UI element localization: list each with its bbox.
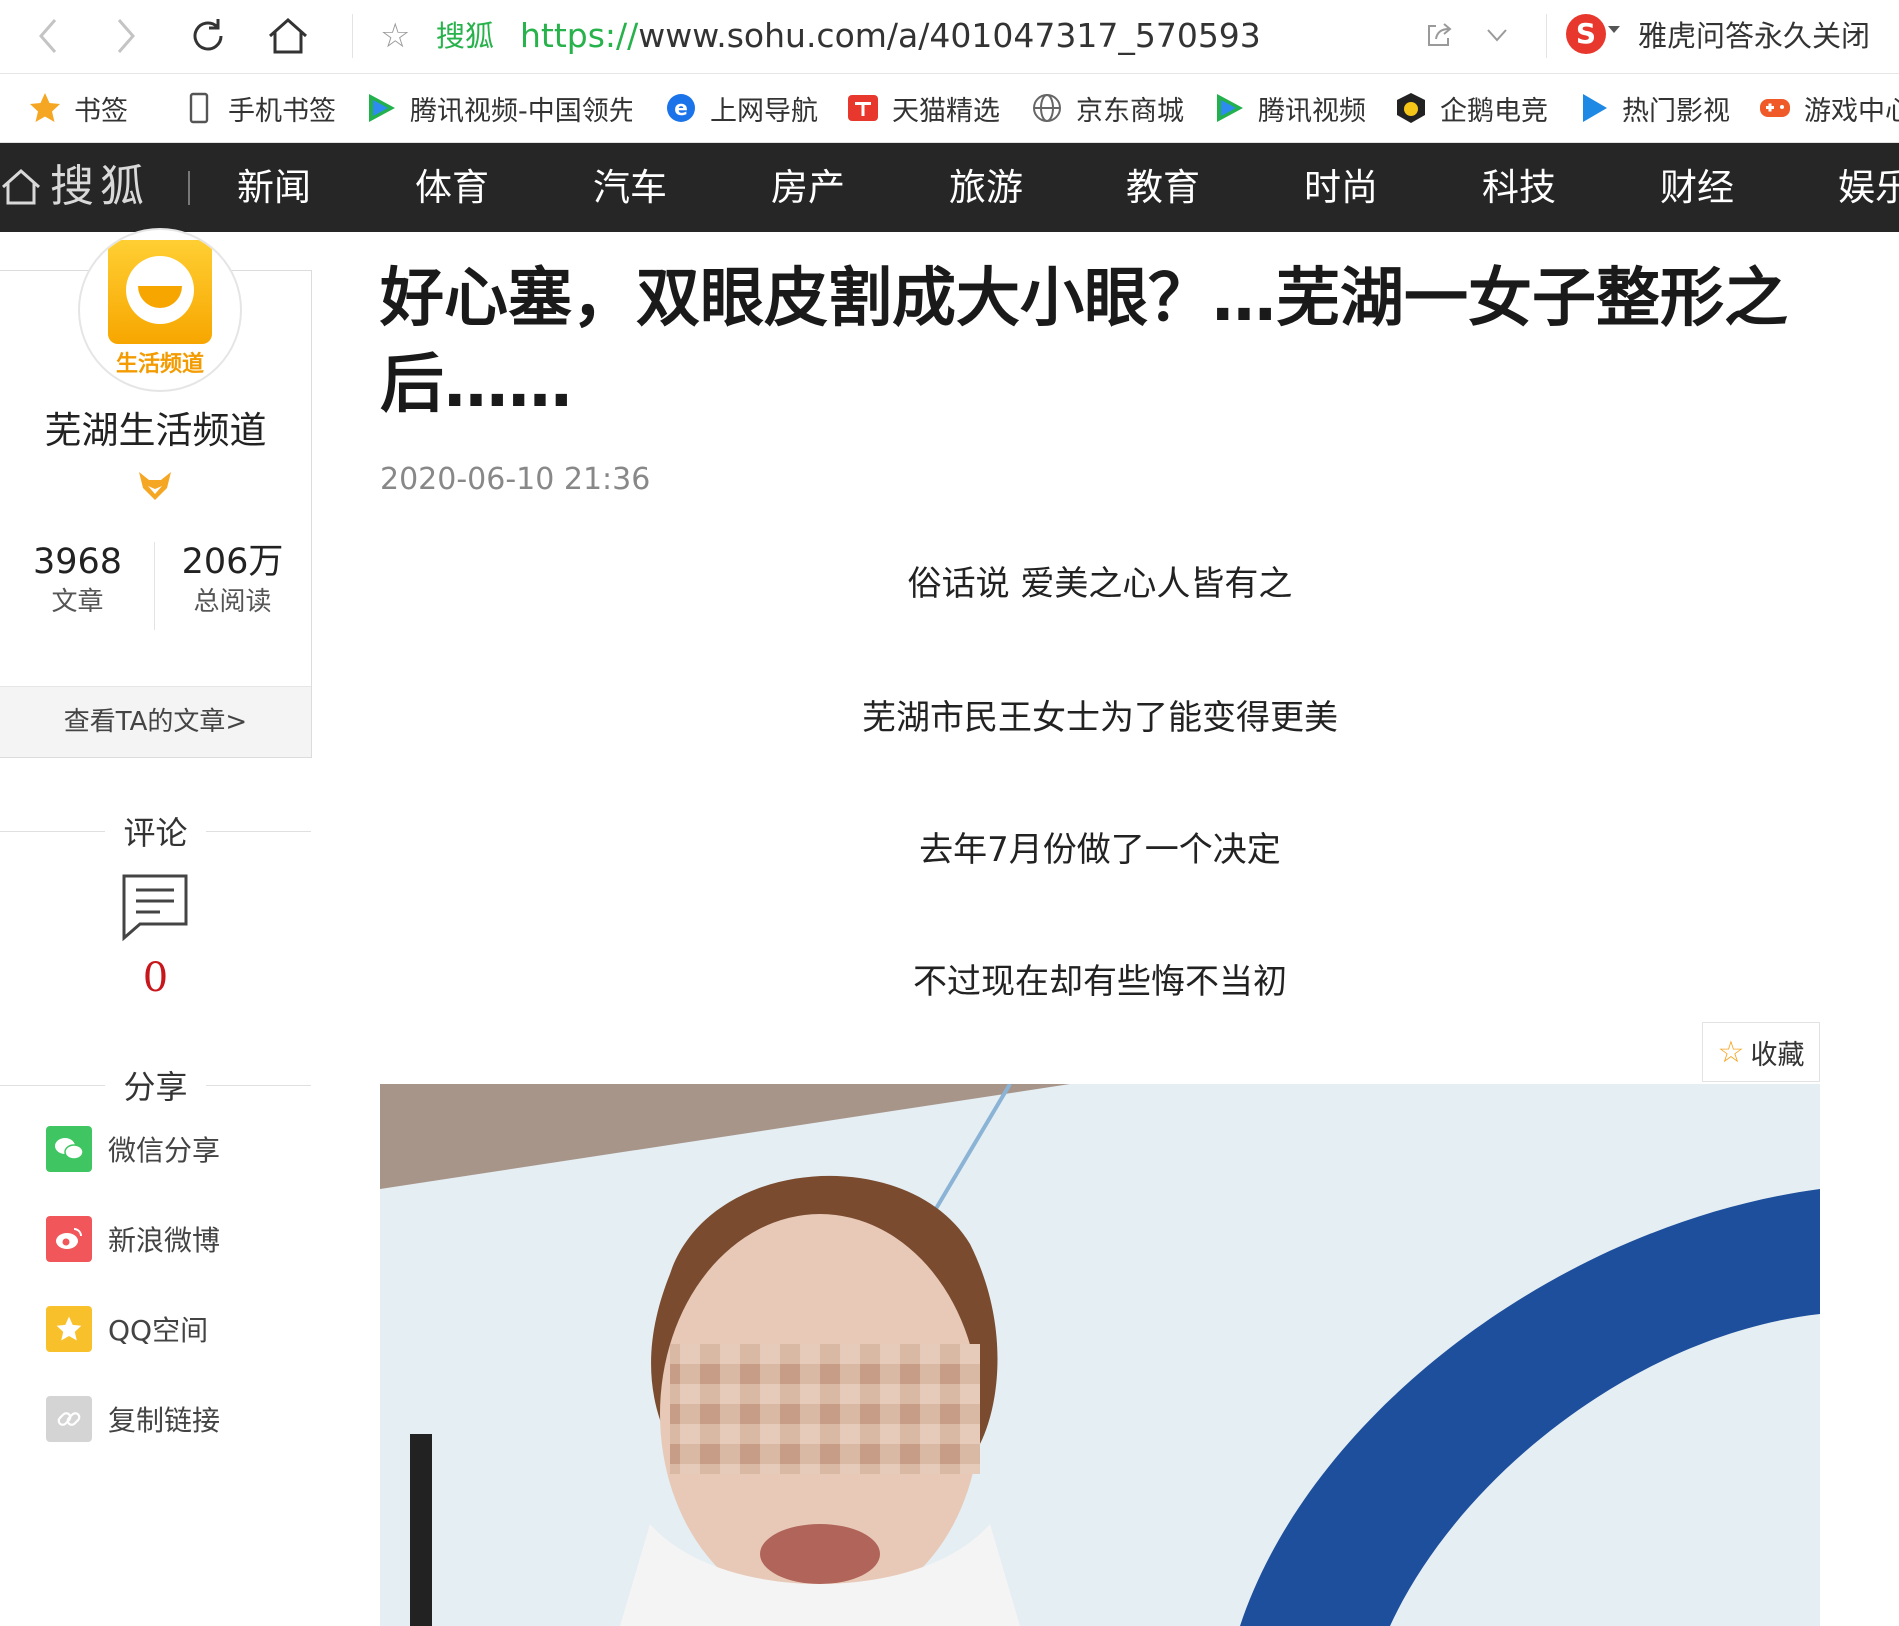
nav-divider (188, 171, 190, 205)
toolbar-separator (1546, 14, 1547, 58)
nav-link[interactable]: 汽车 (593, 143, 667, 232)
favorite-label: 收藏 (1750, 1039, 1805, 1071)
share-copy-link[interactable]: 复制链接 (46, 1396, 220, 1442)
bookmark-item[interactable]: 腾讯视频-中国领先 (364, 74, 632, 142)
reload-button[interactable] (186, 14, 230, 58)
gamepad-icon (1758, 91, 1792, 125)
home-icon[interactable] (0, 165, 42, 207)
caret-down-icon[interactable] (1608, 26, 1620, 33)
share-wechat[interactable]: 微信分享 (46, 1126, 220, 1172)
tencent-video-icon (364, 91, 398, 125)
article-date: 2020-06-10 21:36 (380, 462, 651, 497)
bookmark-item[interactable]: 书签 (28, 74, 128, 142)
url-path: www.sohu.com/a/401047317_570593 (638, 16, 1261, 55)
link-icon (46, 1396, 92, 1442)
home-icon (269, 17, 307, 54)
nav-link[interactable]: 体育 (415, 143, 489, 232)
photo-illustration (380, 1084, 1820, 1626)
sohu-logo[interactable]: 搜狐 (50, 161, 150, 213)
nav-link[interactable]: 旅游 (949, 143, 1023, 232)
bookmark-item[interactable]: 游戏中心 (1758, 74, 1899, 142)
reload-icon (193, 19, 223, 51)
qzone-icon (46, 1306, 92, 1352)
bookmark-item[interactable]: 手机书签 (182, 74, 336, 142)
avatar-logo (108, 240, 212, 344)
share-heading: 分享 (0, 1062, 311, 1108)
svg-text:e: e (674, 96, 688, 120)
back-button[interactable] (26, 14, 70, 58)
nav-link[interactable]: 房产 (771, 143, 845, 232)
bookmark-item[interactable]: e 上网导航 (664, 74, 818, 142)
bookmarks-bar: 书签 手机书签 腾讯视频-中国领先 e 上网导航 天猫精选 京东商城 腾讯视频 … (0, 74, 1899, 143)
chevron-down-icon[interactable] (1484, 22, 1510, 48)
articles-label: 文章 (51, 587, 104, 617)
chevron-right-icon (117, 19, 135, 53)
article-paragraph: 俗话说 爱美之心人皆有之 (907, 564, 1293, 604)
nav-link[interactable]: 教育 (1126, 143, 1200, 232)
share-icon[interactable] (1424, 20, 1454, 50)
site-tag: 搜狐 (436, 19, 495, 53)
sogou-search-icon[interactable]: S (1566, 14, 1606, 54)
articles-count: 3968 (32, 542, 123, 582)
phone-icon (182, 91, 216, 125)
comments-heading: 评论 (0, 808, 311, 854)
search-hint[interactable]: 雅虎问答永久关闭 (1638, 16, 1870, 56)
articles-stat: 3968 文章 (0, 540, 155, 620)
url-input[interactable]: https://www.sohu.com/a/401047317_570593 (520, 16, 1261, 56)
nav-link[interactable]: 娱乐 (1838, 143, 1899, 232)
article-paragraph: 芜湖市民王女士为了能变得更美 (862, 698, 1338, 738)
article-paragraph: 去年7月份做了一个决定 (919, 830, 1281, 870)
bookmark-item[interactable]: 企鹅电竞 (1394, 74, 1548, 142)
star-icon (28, 91, 62, 125)
nav-link[interactable]: 新闻 (237, 143, 311, 232)
url-protocol: https:// (520, 16, 639, 55)
tmall-icon (846, 91, 880, 125)
share-weibo[interactable]: 新浪微博 (46, 1216, 220, 1262)
comment-count[interactable]: 0 (0, 955, 311, 1001)
view-articles-link[interactable]: 查看TA的文章> (0, 686, 311, 757)
avatar-text: 生活频道 (115, 352, 204, 377)
penguin-esports-icon (1394, 91, 1428, 125)
author-name[interactable]: 芜湖生活频道 (0, 400, 311, 454)
home-button[interactable] (266, 14, 310, 58)
wechat-icon (46, 1126, 92, 1172)
forward-button[interactable] (104, 14, 148, 58)
nav-link[interactable]: 时尚 (1304, 143, 1378, 232)
reads-count: 206万 (181, 542, 284, 582)
address-bar: ☆ 搜狐 https://www.sohu.com/a/401047317_57… (0, 0, 1899, 74)
weibo-icon (46, 1216, 92, 1262)
toolbar-separator (352, 14, 353, 58)
article-paragraph: 不过现在却有些悔不当初 (913, 962, 1287, 1002)
ie-icon: e (664, 91, 698, 125)
play-icon (1576, 91, 1610, 125)
article-title: 好心塞，双眼皮割成大小眼？…芜湖一女子整形之后…… (380, 262, 1788, 422)
tencent-video-icon (1212, 91, 1246, 125)
comment-icon[interactable] (120, 872, 190, 942)
bookmark-item[interactable]: 腾讯视频 (1212, 74, 1366, 142)
bookmark-item[interactable]: 热门影视 (1576, 74, 1730, 142)
site-nav: 搜狐 新闻 体育 汽车 房产 旅游 教育 时尚 科技 财经 娱乐 (0, 143, 1899, 232)
globe-icon (1030, 91, 1064, 125)
nav-link[interactable]: 科技 (1482, 143, 1556, 232)
fox-badge-icon (139, 472, 171, 500)
article-photo (380, 1084, 1820, 1626)
share-qzone[interactable]: QQ空间 (46, 1306, 208, 1352)
star-icon[interactable]: ☆ (380, 16, 410, 56)
bookmark-item[interactable]: 天猫精选 (846, 74, 1000, 142)
nav-link[interactable]: 财经 (1660, 143, 1734, 232)
bookmark-item[interactable]: 京东商城 (1030, 74, 1184, 142)
chevron-left-icon (39, 19, 57, 53)
reads-label: 总阅读 (193, 587, 272, 617)
avatar[interactable]: 生活频道 (78, 228, 242, 392)
reads-stat: 206万 总阅读 (155, 540, 310, 620)
star-icon: ☆ (1717, 1034, 1745, 1070)
favorite-button[interactable]: ☆ 收藏 (1702, 1022, 1820, 1082)
